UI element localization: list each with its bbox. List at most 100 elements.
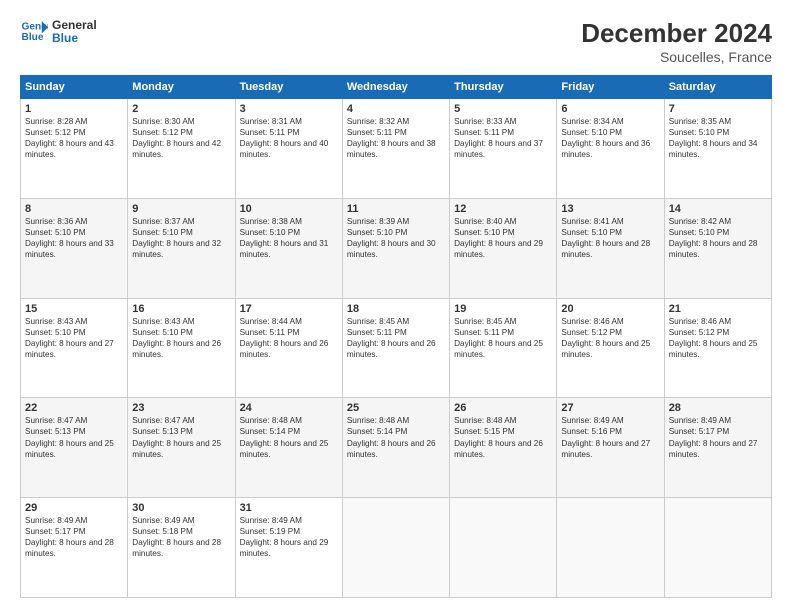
day-info: Sunrise: 8:48 AMSunset: 5:14 PMDaylight:… xyxy=(240,415,338,459)
weekday-header-sunday: Sunday xyxy=(21,76,128,99)
calendar-cell: 7Sunrise: 8:35 AMSunset: 5:10 PMDaylight… xyxy=(664,99,771,199)
calendar-cell: 3Sunrise: 8:31 AMSunset: 5:11 PMDaylight… xyxy=(235,99,342,199)
day-info: Sunrise: 8:49 AMSunset: 5:16 PMDaylight:… xyxy=(561,415,659,459)
calendar-cell xyxy=(342,498,449,598)
calendar-cell: 10Sunrise: 8:38 AMSunset: 5:10 PMDayligh… xyxy=(235,198,342,298)
day-info: Sunrise: 8:46 AMSunset: 5:12 PMDaylight:… xyxy=(669,316,767,360)
calendar-table: SundayMondayTuesdayWednesdayThursdayFrid… xyxy=(20,75,772,598)
day-number: 7 xyxy=(669,103,767,115)
day-number: 5 xyxy=(454,103,552,115)
weekday-header-friday: Friday xyxy=(557,76,664,99)
calendar-cell: 21Sunrise: 8:46 AMSunset: 5:12 PMDayligh… xyxy=(664,298,771,398)
day-number: 26 xyxy=(454,402,552,414)
header: General Blue General Blue December 2024 … xyxy=(20,18,772,65)
page-title: December 2024 xyxy=(581,18,772,49)
day-info: Sunrise: 8:45 AMSunset: 5:11 PMDaylight:… xyxy=(347,316,445,360)
day-number: 29 xyxy=(25,502,123,514)
weekday-header-monday: Monday xyxy=(128,76,235,99)
day-number: 30 xyxy=(132,502,230,514)
day-number: 25 xyxy=(347,402,445,414)
day-number: 31 xyxy=(240,502,338,514)
day-number: 12 xyxy=(454,203,552,215)
day-number: 28 xyxy=(669,402,767,414)
day-number: 3 xyxy=(240,103,338,115)
calendar-cell: 26Sunrise: 8:48 AMSunset: 5:15 PMDayligh… xyxy=(450,398,557,498)
day-info: Sunrise: 8:44 AMSunset: 5:11 PMDaylight:… xyxy=(240,316,338,360)
day-info: Sunrise: 8:28 AMSunset: 5:12 PMDaylight:… xyxy=(25,116,123,160)
calendar-cell: 28Sunrise: 8:49 AMSunset: 5:17 PMDayligh… xyxy=(664,398,771,498)
day-info: Sunrise: 8:37 AMSunset: 5:10 PMDaylight:… xyxy=(132,216,230,260)
calendar-cell: 23Sunrise: 8:47 AMSunset: 5:13 PMDayligh… xyxy=(128,398,235,498)
day-number: 1 xyxy=(25,103,123,115)
day-info: Sunrise: 8:31 AMSunset: 5:11 PMDaylight:… xyxy=(240,116,338,160)
day-info: Sunrise: 8:39 AMSunset: 5:10 PMDaylight:… xyxy=(347,216,445,260)
calendar-cell: 31Sunrise: 8:49 AMSunset: 5:19 PMDayligh… xyxy=(235,498,342,598)
calendar-cell: 22Sunrise: 8:47 AMSunset: 5:13 PMDayligh… xyxy=(21,398,128,498)
day-info: Sunrise: 8:49 AMSunset: 5:19 PMDaylight:… xyxy=(240,515,338,559)
day-number: 8 xyxy=(25,203,123,215)
day-number: 10 xyxy=(240,203,338,215)
title-block: December 2024 Soucelles, France xyxy=(581,18,772,65)
calendar-cell: 20Sunrise: 8:46 AMSunset: 5:12 PMDayligh… xyxy=(557,298,664,398)
calendar-cell: 1Sunrise: 8:28 AMSunset: 5:12 PMDaylight… xyxy=(21,99,128,199)
day-number: 23 xyxy=(132,402,230,414)
calendar-week-row: 29Sunrise: 8:49 AMSunset: 5:17 PMDayligh… xyxy=(21,498,772,598)
logo-icon: General Blue xyxy=(20,18,48,46)
calendar-cell: 4Sunrise: 8:32 AMSunset: 5:11 PMDaylight… xyxy=(342,99,449,199)
day-info: Sunrise: 8:47 AMSunset: 5:13 PMDaylight:… xyxy=(25,415,123,459)
calendar-cell: 30Sunrise: 8:49 AMSunset: 5:18 PMDayligh… xyxy=(128,498,235,598)
calendar-week-row: 8Sunrise: 8:36 AMSunset: 5:10 PMDaylight… xyxy=(21,198,772,298)
day-info: Sunrise: 8:34 AMSunset: 5:10 PMDaylight:… xyxy=(561,116,659,160)
day-info: Sunrise: 8:46 AMSunset: 5:12 PMDaylight:… xyxy=(561,316,659,360)
day-number: 17 xyxy=(240,303,338,315)
calendar-week-row: 22Sunrise: 8:47 AMSunset: 5:13 PMDayligh… xyxy=(21,398,772,498)
calendar-cell: 6Sunrise: 8:34 AMSunset: 5:10 PMDaylight… xyxy=(557,99,664,199)
calendar-cell xyxy=(664,498,771,598)
day-number: 11 xyxy=(347,203,445,215)
day-info: Sunrise: 8:36 AMSunset: 5:10 PMDaylight:… xyxy=(25,216,123,260)
day-number: 16 xyxy=(132,303,230,315)
calendar-week-row: 1Sunrise: 8:28 AMSunset: 5:12 PMDaylight… xyxy=(21,99,772,199)
calendar-header-row: SundayMondayTuesdayWednesdayThursdayFrid… xyxy=(21,76,772,99)
calendar-cell: 27Sunrise: 8:49 AMSunset: 5:16 PMDayligh… xyxy=(557,398,664,498)
day-number: 21 xyxy=(669,303,767,315)
svg-text:Blue: Blue xyxy=(22,32,44,43)
calendar-cell: 5Sunrise: 8:33 AMSunset: 5:11 PMDaylight… xyxy=(450,99,557,199)
calendar-cell: 12Sunrise: 8:40 AMSunset: 5:10 PMDayligh… xyxy=(450,198,557,298)
day-info: Sunrise: 8:43 AMSunset: 5:10 PMDaylight:… xyxy=(25,316,123,360)
day-info: Sunrise: 8:41 AMSunset: 5:10 PMDaylight:… xyxy=(561,216,659,260)
calendar-cell: 9Sunrise: 8:37 AMSunset: 5:10 PMDaylight… xyxy=(128,198,235,298)
day-info: Sunrise: 8:35 AMSunset: 5:10 PMDaylight:… xyxy=(669,116,767,160)
day-info: Sunrise: 8:49 AMSunset: 5:18 PMDaylight:… xyxy=(132,515,230,559)
day-number: 6 xyxy=(561,103,659,115)
weekday-header-thursday: Thursday xyxy=(450,76,557,99)
day-info: Sunrise: 8:42 AMSunset: 5:10 PMDaylight:… xyxy=(669,216,767,260)
calendar-cell: 29Sunrise: 8:49 AMSunset: 5:17 PMDayligh… xyxy=(21,498,128,598)
calendar-cell: 24Sunrise: 8:48 AMSunset: 5:14 PMDayligh… xyxy=(235,398,342,498)
calendar-cell: 16Sunrise: 8:43 AMSunset: 5:10 PMDayligh… xyxy=(128,298,235,398)
day-info: Sunrise: 8:33 AMSunset: 5:11 PMDaylight:… xyxy=(454,116,552,160)
day-number: 14 xyxy=(669,203,767,215)
logo-line2: Blue xyxy=(52,32,97,45)
day-info: Sunrise: 8:32 AMSunset: 5:11 PMDaylight:… xyxy=(347,116,445,160)
day-info: Sunrise: 8:47 AMSunset: 5:13 PMDaylight:… xyxy=(132,415,230,459)
calendar-cell: 18Sunrise: 8:45 AMSunset: 5:11 PMDayligh… xyxy=(342,298,449,398)
calendar-cell: 14Sunrise: 8:42 AMSunset: 5:10 PMDayligh… xyxy=(664,198,771,298)
calendar-cell: 19Sunrise: 8:45 AMSunset: 5:11 PMDayligh… xyxy=(450,298,557,398)
page: General Blue General Blue December 2024 … xyxy=(0,0,792,612)
calendar-cell: 11Sunrise: 8:39 AMSunset: 5:10 PMDayligh… xyxy=(342,198,449,298)
day-number: 9 xyxy=(132,203,230,215)
day-number: 2 xyxy=(132,103,230,115)
day-number: 22 xyxy=(25,402,123,414)
calendar-cell xyxy=(557,498,664,598)
day-number: 13 xyxy=(561,203,659,215)
calendar-cell: 13Sunrise: 8:41 AMSunset: 5:10 PMDayligh… xyxy=(557,198,664,298)
calendar-cell: 2Sunrise: 8:30 AMSunset: 5:12 PMDaylight… xyxy=(128,99,235,199)
day-number: 20 xyxy=(561,303,659,315)
day-number: 18 xyxy=(347,303,445,315)
day-number: 19 xyxy=(454,303,552,315)
calendar-cell: 15Sunrise: 8:43 AMSunset: 5:10 PMDayligh… xyxy=(21,298,128,398)
weekday-header-saturday: Saturday xyxy=(664,76,771,99)
day-info: Sunrise: 8:45 AMSunset: 5:11 PMDaylight:… xyxy=(454,316,552,360)
day-info: Sunrise: 8:43 AMSunset: 5:10 PMDaylight:… xyxy=(132,316,230,360)
